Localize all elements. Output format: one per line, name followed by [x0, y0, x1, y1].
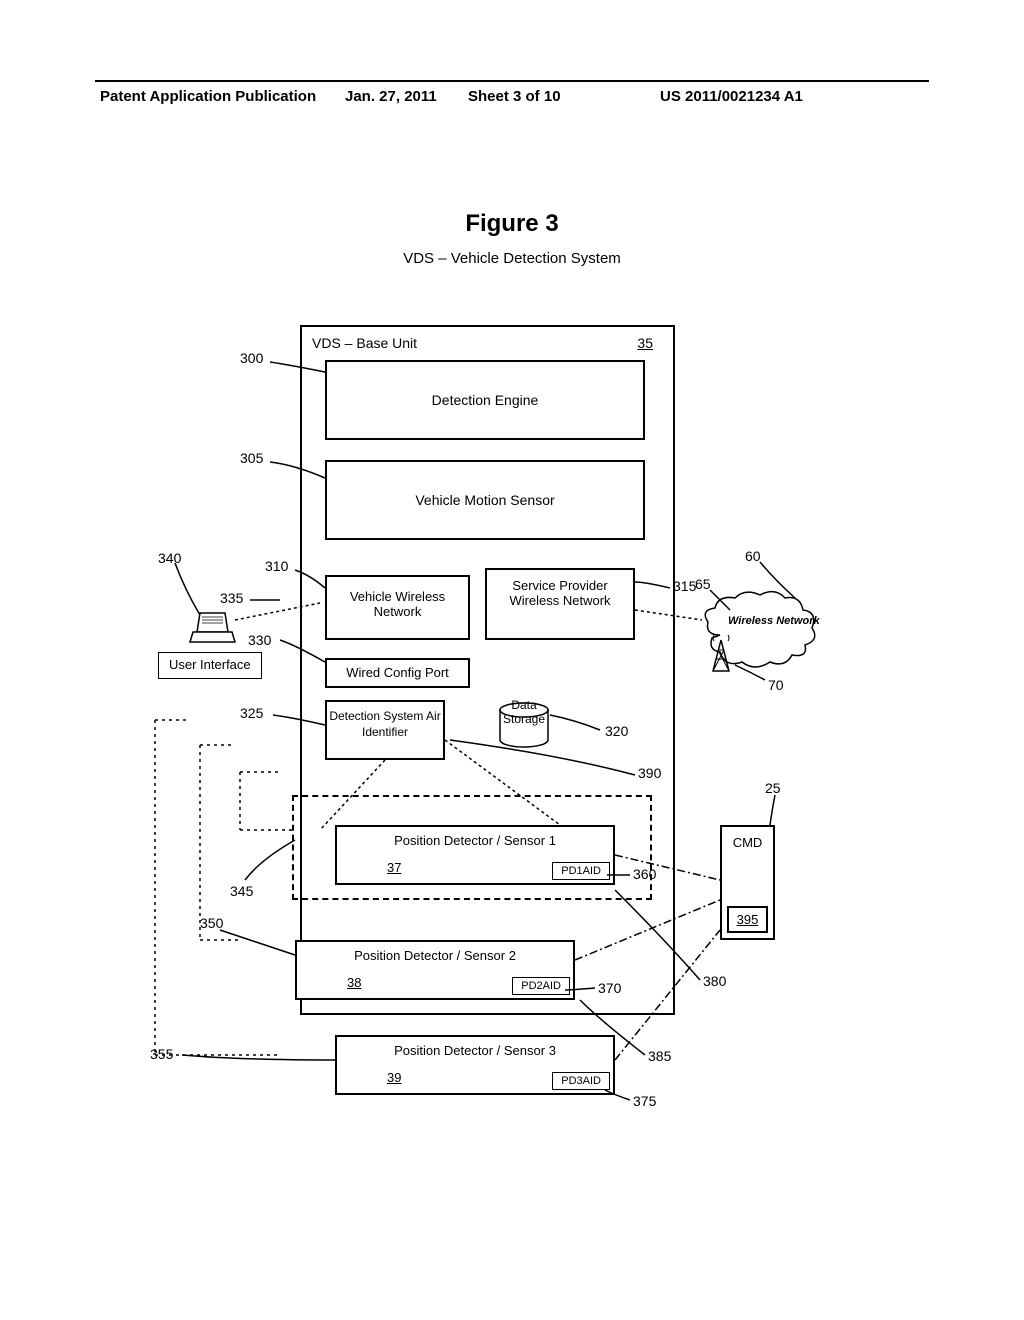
vehicle-wireless-network-box: Vehicle Wireless Network [325, 575, 470, 640]
pd2-num: 38 [347, 975, 361, 990]
ref-320: 320 [605, 723, 628, 739]
ref-390: 390 [638, 765, 661, 781]
laptop-icon [190, 610, 235, 645]
position-detector-1: Position Detector / Sensor 1 37 PD1AID [335, 825, 615, 885]
ref-300: 300 [240, 350, 263, 366]
ref-360: 360 [633, 866, 656, 882]
ref-315: 315 [673, 578, 696, 594]
wireless-network-label: Wireless Network [728, 615, 820, 628]
header-date: Jan. 27, 2011 [345, 88, 437, 105]
pd3-num: 39 [387, 1070, 401, 1085]
ref-345: 345 [230, 883, 253, 899]
tower-icon [710, 635, 732, 673]
figure-subtitle: VDS – Vehicle Detection System [0, 250, 1024, 267]
pd3-title: Position Detector / Sensor 3 [337, 1043, 613, 1058]
ref-355: 355 [150, 1046, 173, 1062]
ref-70: 70 [768, 677, 784, 693]
service-provider-wireless-box: Service Provider Wireless Network [485, 568, 635, 640]
user-interface-label: User Interface [158, 652, 262, 679]
pd1-title: Position Detector / Sensor 1 [337, 833, 613, 848]
ref-305: 305 [240, 450, 263, 466]
cmd-num: 395 [727, 906, 768, 933]
motion-sensor-box: Vehicle Motion Sensor [325, 460, 645, 540]
ref-25: 25 [765, 780, 781, 796]
header-left: Patent Application Publication [100, 88, 316, 105]
ref-385: 385 [648, 1048, 671, 1064]
header-sheet: Sheet 3 of 10 [468, 88, 561, 105]
diagram-container: VDS – Base Unit 35 Detection Engine Vehi… [140, 300, 890, 1120]
ref-60: 60 [745, 548, 761, 564]
header-divider [95, 80, 929, 82]
ref-325: 325 [240, 705, 263, 721]
ref-65: 65 [695, 576, 711, 592]
ref-330: 330 [248, 632, 271, 648]
cmd-label: CMD [722, 835, 773, 850]
position-detector-2: Position Detector / Sensor 2 38 PD2AID [295, 940, 575, 1000]
cmd-box: CMD 395 [720, 825, 775, 940]
detection-engine-box: Detection Engine [325, 360, 645, 440]
position-detector-3: Position Detector / Sensor 3 39 PD3AID [335, 1035, 615, 1095]
pd3-aid: PD3AID [552, 1072, 610, 1090]
figure-title: Figure 3 [0, 210, 1024, 238]
air-identifier-box: Detection System Air Identifier [325, 700, 445, 760]
ref-340: 340 [158, 550, 181, 566]
ref-310: 310 [265, 558, 288, 574]
ref-380: 380 [703, 973, 726, 989]
pd2-aid: PD2AID [512, 977, 570, 995]
vds-base-title: VDS – Base Unit [312, 335, 417, 351]
vds-base-num: 35 [637, 335, 653, 351]
wired-config-port-box: Wired Config Port [325, 658, 470, 688]
header-right: US 2011/0021234 A1 [660, 88, 803, 105]
pd1-aid: PD1AID [552, 862, 610, 880]
data-storage-label: Data Storage [498, 698, 550, 727]
pd1-num: 37 [387, 860, 401, 875]
pd2-title: Position Detector / Sensor 2 [297, 948, 573, 963]
ref-370: 370 [598, 980, 621, 996]
ref-375: 375 [633, 1093, 656, 1109]
ref-350: 350 [200, 915, 223, 931]
ref-335: 335 [220, 590, 243, 606]
